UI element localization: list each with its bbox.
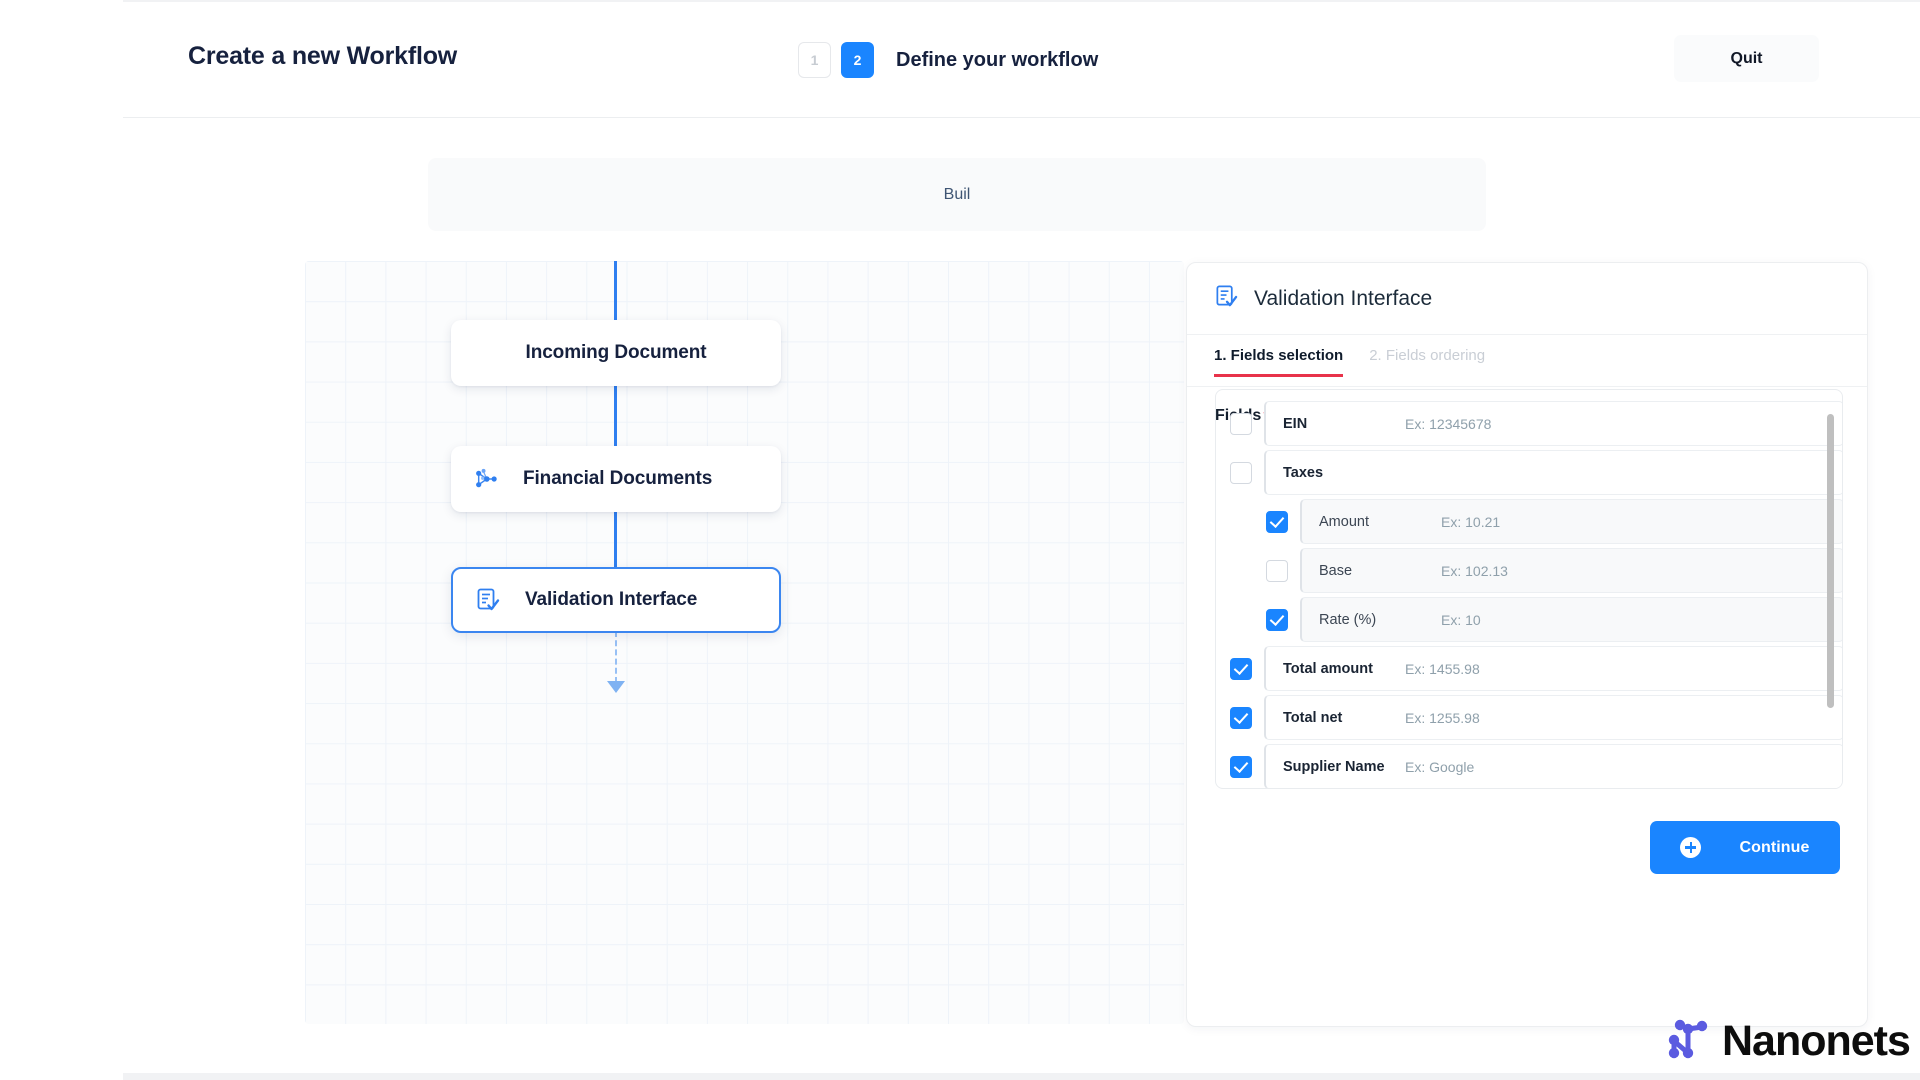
field-name: Base xyxy=(1319,562,1353,579)
step-chip-1[interactable]: 1 xyxy=(798,42,831,78)
field-checkbox[interactable] xyxy=(1266,559,1288,582)
nanonets-logo-icon xyxy=(1662,1013,1714,1070)
build-banner[interactable]: Buil xyxy=(428,158,1486,231)
field-example: Ex: 10.21 xyxy=(1441,513,1501,530)
panel-header: Validation Interface xyxy=(1187,263,1867,335)
field-checkbox[interactable] xyxy=(1266,608,1288,631)
field-row[interactable]: Base Ex: 102.13 xyxy=(1216,548,1842,593)
field-card[interactable]: Base Ex: 102.13 xyxy=(1300,548,1842,593)
field-checkbox[interactable] xyxy=(1230,755,1252,778)
field-card[interactable]: Taxes xyxy=(1264,450,1842,495)
tab-fields-ordering[interactable]: 2. Fields ordering xyxy=(1369,335,1485,377)
field-row[interactable]: Total net Ex: 1255.98 xyxy=(1216,695,1842,740)
canvas-node-financial-documents[interactable]: Financial Documents xyxy=(451,446,781,512)
field-row[interactable]: EIN Ex: 12345678 xyxy=(1216,401,1842,446)
tab-fields-selection[interactable]: 1. Fields selection xyxy=(1214,335,1344,377)
document-check-icon xyxy=(1214,284,1239,314)
fields-scrollbar[interactable] xyxy=(1827,400,1834,778)
fields-scroll-area[interactable]: EIN Ex: 12345678 Taxes Amount Ex: 10.21 Base E… xyxy=(1216,390,1842,788)
field-row[interactable]: Taxes xyxy=(1216,450,1842,495)
edge-top xyxy=(614,261,617,326)
field-checkbox[interactable] xyxy=(1230,412,1252,435)
content-column: Create a new Workflow 1 2 Define your wo… xyxy=(123,0,1920,1073)
nanonets-brand: Nanonets xyxy=(1662,1013,1911,1070)
field-row[interactable]: Rate (%) Ex: 10 xyxy=(1216,597,1842,642)
plus-circle-icon xyxy=(1680,837,1702,858)
field-example: Ex: 102.13 xyxy=(1441,562,1508,579)
field-name: Amount xyxy=(1319,513,1369,530)
canvas-node-financial-documents-label: Financial Documents xyxy=(523,468,713,489)
canvas-node-validation-interface-label: Validation Interface xyxy=(525,589,698,610)
page-title: Create a new Workflow xyxy=(188,42,458,70)
continue-button-label: Continue xyxy=(1739,838,1810,856)
quit-button-label: Quit xyxy=(1730,49,1763,67)
edge-financial-to-validation xyxy=(614,506,617,571)
field-card[interactable]: Total net Ex: 1255.98 xyxy=(1264,695,1842,740)
field-name: EIN xyxy=(1283,415,1308,432)
step-chip-2[interactable]: 2 xyxy=(841,42,874,78)
field-card[interactable]: EIN Ex: 12345678 xyxy=(1264,401,1842,446)
page-header: Create a new Workflow 1 2 Define your wo… xyxy=(123,4,1920,118)
field-example: Ex: 1255.98 xyxy=(1405,709,1480,726)
field-example: Ex: 12345678 xyxy=(1405,415,1492,432)
edge-dashed-output xyxy=(615,631,617,683)
field-checkbox[interactable] xyxy=(1266,510,1288,533)
document-check-icon xyxy=(475,587,501,613)
edge-incoming-to-financial xyxy=(614,381,617,450)
field-checkbox[interactable] xyxy=(1230,706,1252,729)
panel-title: Validation Interface xyxy=(1254,286,1433,310)
field-row[interactable]: Total amount Ex: 1455.98 xyxy=(1216,646,1842,691)
workflow-canvas[interactable]: Incoming Document Financial Documents Va… xyxy=(305,261,1184,1024)
field-name: Total net xyxy=(1283,709,1343,726)
field-card[interactable]: Total amount Ex: 1455.98 xyxy=(1264,646,1842,691)
bottom-strip xyxy=(123,1073,1920,1080)
canvas-node-incoming-document[interactable]: Incoming Document xyxy=(451,320,781,386)
step-chip-2-number: 2 xyxy=(853,52,862,68)
field-name: Total amount xyxy=(1283,660,1373,677)
step-indicator: 1 2 Define your workflow xyxy=(798,42,1098,78)
fields-list-container: EIN Ex: 12345678 Taxes Amount Ex: 10.21 Base E… xyxy=(1215,389,1843,789)
field-row[interactable]: Amount Ex: 10.21 xyxy=(1216,499,1842,544)
edge-arrow-icon xyxy=(607,681,625,693)
field-example: Ex: Google xyxy=(1405,758,1475,775)
neural-network-icon xyxy=(473,466,499,492)
step-chip-1-number: 1 xyxy=(810,52,819,68)
canvas-node-validation-interface[interactable]: Validation Interface xyxy=(451,567,781,633)
field-card[interactable]: Supplier Name Ex: Google xyxy=(1264,744,1842,788)
validation-interface-panel: Validation Interface 1. Fields selection… xyxy=(1186,262,1868,1027)
field-name: Supplier Name xyxy=(1283,758,1385,775)
field-card[interactable]: Rate (%) Ex: 10 xyxy=(1300,597,1842,642)
field-checkbox[interactable] xyxy=(1230,461,1252,484)
field-name: Taxes xyxy=(1283,464,1324,481)
field-name: Rate (%) xyxy=(1319,611,1377,628)
tab-fields-ordering-label: 2. Fields ordering xyxy=(1369,347,1486,364)
step-label: Define your workflow xyxy=(896,48,1099,71)
brand-name: Nanonets xyxy=(1722,1017,1911,1065)
tab-fields-selection-label: 1. Fields selection xyxy=(1214,347,1344,364)
field-checkbox[interactable] xyxy=(1230,657,1252,680)
workflow-builder-page: Create a new Workflow 1 2 Define your wo… xyxy=(0,0,1920,1080)
build-banner-text: Buil xyxy=(943,185,971,203)
panel-tabs: 1. Fields selection 2. Fields ordering xyxy=(1187,335,1867,387)
quit-button[interactable]: Quit xyxy=(1674,35,1819,82)
field-card[interactable]: Amount Ex: 10.21 xyxy=(1300,499,1842,544)
canvas-node-incoming-document-label: Incoming Document xyxy=(525,342,707,363)
field-example: Ex: 10 xyxy=(1441,611,1481,628)
fields-scrollbar-thumb[interactable] xyxy=(1827,414,1834,708)
field-example: Ex: 1455.98 xyxy=(1405,660,1480,677)
continue-button[interactable]: Continue xyxy=(1650,821,1840,874)
field-row[interactable]: Supplier Name Ex: Google xyxy=(1216,744,1842,788)
